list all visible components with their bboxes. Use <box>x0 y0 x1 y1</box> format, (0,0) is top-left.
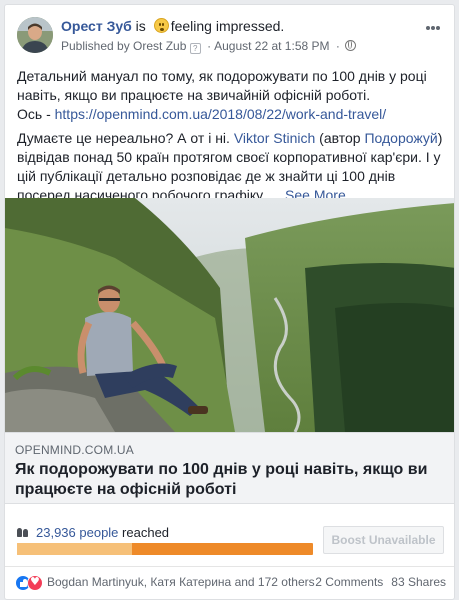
reach-label: reached <box>122 525 170 540</box>
post-header: Орест Зуб is feeling impressed. Publishe… <box>5 5 454 61</box>
post-text-2: Ось - https://openmind.com.ua/2018/08/22… <box>17 105 447 124</box>
avatar[interactable] <box>17 17 53 53</box>
post-title-line: Орест Зуб is feeling impressed. <box>61 18 284 34</box>
boost-button[interactable]: Boost Unavailable <box>323 526 444 554</box>
reaction-names[interactable]: Bogdan Martinyuk, Катя Катерина and 172 … <box>47 575 315 589</box>
author-name[interactable]: Орест Зуб <box>61 18 132 34</box>
post-card: Орест Зуб is feeling impressed. Publishe… <box>4 4 455 600</box>
text-segment: (автор <box>315 130 365 146</box>
mention-page[interactable]: Подорожуй <box>364 130 437 146</box>
reach-count[interactable]: 23,936 people <box>36 525 118 540</box>
separator: · <box>335 39 340 53</box>
comments-count[interactable]: 2 Comments <box>315 575 383 589</box>
love-icon <box>27 575 43 591</box>
text-segment: Думаєте це нереально? А от і ні. <box>17 130 234 146</box>
post-meta: Published by Orest Zub ? · August 22 at 1… <box>61 39 356 54</box>
reactions-bar: Bogdan Martinyuk, Катя Катерина and 172 … <box>5 566 454 596</box>
link-preview-caption[interactable]: OPENMIND.COM.UA Як подорожувати по 100 д… <box>5 432 454 504</box>
post-date[interactable]: August 22 at 1:58 PM <box>214 39 329 53</box>
link-prefix: Ось - <box>17 106 55 122</box>
engagement-counts: 2 Comments 83 Shares <box>307 575 446 589</box>
reach-progress-bar <box>17 543 313 555</box>
reaction-icons[interactable] <box>15 575 43 591</box>
people-icon <box>17 528 30 537</box>
post-text-1: Детальний мануал по тому, як подорожуват… <box>17 68 427 103</box>
post-text-3: Думаєте це нереально? А от і ні. Viktor … <box>17 129 447 205</box>
feeling-text: feeling impressed. <box>170 18 285 34</box>
link-domain: OPENMIND.COM.UA <box>15 443 135 457</box>
separator: · <box>207 39 212 53</box>
mention-viktor[interactable]: Viktor Stinich <box>234 130 315 146</box>
organic-reach-fill <box>17 543 133 555</box>
article-link[interactable]: https://openmind.com.ua/2018/08/22/work-… <box>55 106 387 122</box>
is-word: is <box>135 18 146 34</box>
more-options-icon[interactable] <box>426 17 444 30</box>
help-icon[interactable]: ? <box>189 43 201 54</box>
reach-line: 23,936 people reached <box>17 525 169 540</box>
globe-icon[interactable] <box>344 40 356 51</box>
smiley-icon <box>153 18 169 33</box>
link-preview-image[interactable] <box>5 198 454 432</box>
link-title[interactable]: Як подорожувати по 100 днів у році навіт… <box>15 460 445 500</box>
published-by[interactable]: Published by Orest Zub <box>61 39 186 53</box>
shares-count[interactable]: 83 Shares <box>391 575 446 589</box>
